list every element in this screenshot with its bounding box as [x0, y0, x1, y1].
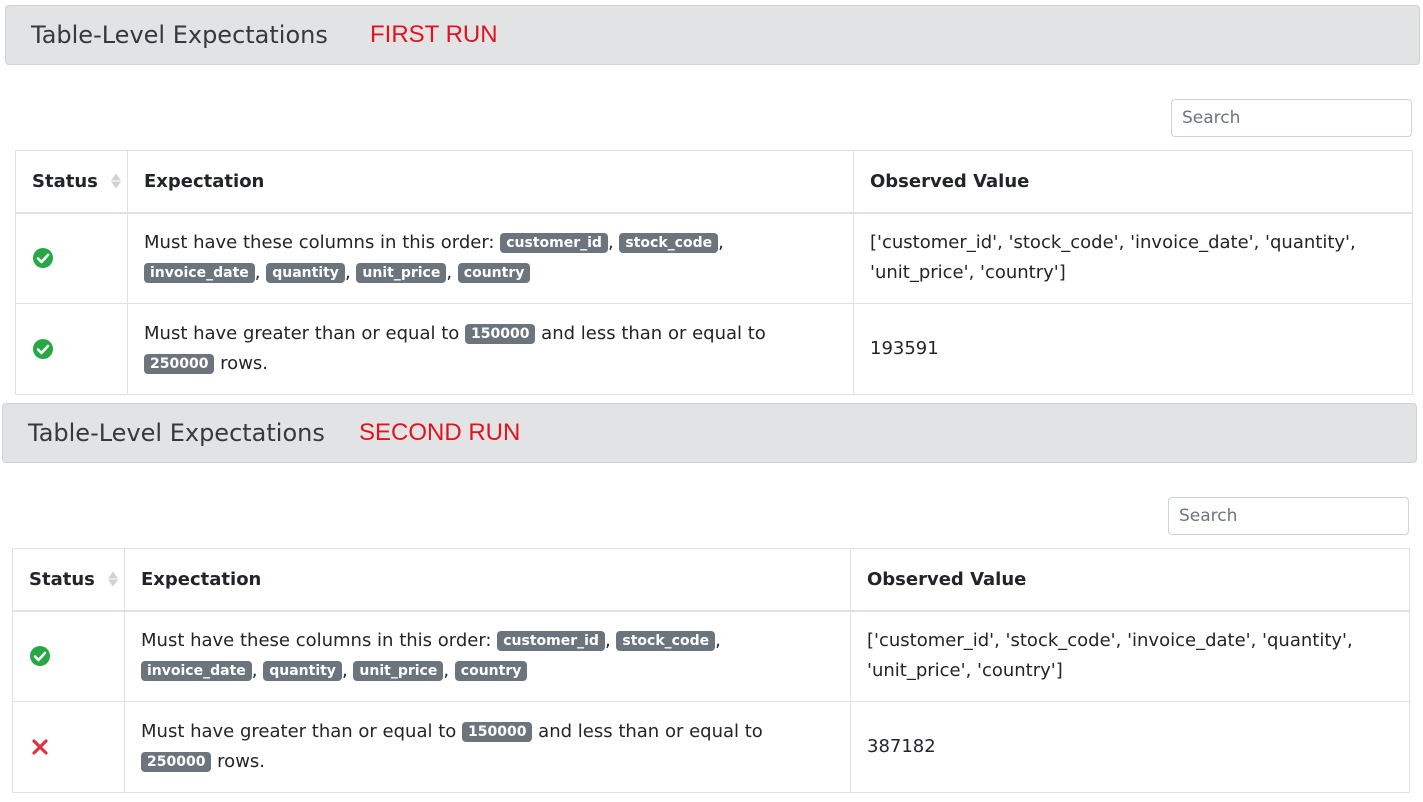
- sort-arrows-icon[interactable]: [108, 571, 118, 587]
- column-badge: quantity: [266, 263, 345, 284]
- expectation-text: rows.: [214, 353, 269, 374]
- status-header-label: Status: [32, 170, 98, 192]
- column-badge: country: [457, 263, 531, 284]
- expectation-text: Must have greater than or equal to: [144, 323, 465, 344]
- expectation-cell: Must have these columns in this order: c…: [124, 610, 851, 702]
- status-header-label: Status: [29, 568, 95, 590]
- expectation-text: rows.: [211, 751, 266, 772]
- search-input[interactable]: [1168, 497, 1409, 535]
- check-circle-icon: [33, 248, 53, 269]
- section-header: Table-Level Expectations SECOND RUN: [2, 403, 1417, 463]
- observed-value-column-header[interactable]: Observed Value: [853, 150, 1413, 214]
- column-badge: quantity: [263, 661, 342, 682]
- expectation-cell: Must have greater than or equal to 15000…: [127, 303, 854, 395]
- table-row: Must have these columns in this order: c…: [12, 610, 1410, 702]
- column-badge: stock_code: [619, 233, 719, 254]
- status-column-header[interactable]: Status: [12, 548, 125, 612]
- expectation-text: and less than or equal to: [535, 323, 766, 344]
- expectation-column-header[interactable]: Expectation: [124, 548, 851, 612]
- table-row: Must have these columns in this order: c…: [15, 212, 1413, 304]
- observed-value-cell: ['customer_id', 'stock_code', 'invoice_d…: [853, 212, 1413, 304]
- expectation-cell: Must have greater than or equal to 15000…: [124, 701, 851, 793]
- observed-value-column-header[interactable]: Observed Value: [850, 548, 1410, 612]
- search-input[interactable]: [1171, 99, 1412, 137]
- status-cell: [15, 212, 128, 304]
- expectation-text: and less than or equal to: [532, 721, 763, 742]
- max-value-badge: 250000: [141, 752, 212, 772]
- check-circle-icon: [33, 339, 53, 359]
- column-badge: invoice_date: [141, 661, 252, 682]
- expectation-text: Must have greater than or equal to: [141, 721, 462, 742]
- status-column-header[interactable]: Status: [15, 150, 128, 214]
- expectation-column-header[interactable]: Expectation: [127, 150, 854, 214]
- expectation-cell: Must have these columns in this order: c…: [127, 212, 854, 304]
- observed-value-cell: 387182: [850, 701, 1410, 793]
- column-badge: customer_id: [497, 631, 605, 652]
- expectations-table: Status Expectation Observed Value Must h…: [15, 150, 1413, 395]
- observed-value-cell: ['customer_id', 'stock_code', 'invoice_d…: [850, 610, 1410, 702]
- sort-arrows-icon[interactable]: [111, 173, 121, 189]
- column-badge: customer_id: [500, 233, 608, 254]
- run-label: FIRST RUN: [370, 21, 498, 48]
- expectation-text: Must have these columns in this order:: [144, 232, 501, 254]
- second-run-section: Table-Level Expectations SECOND RUN Stat…: [2, 403, 1417, 798]
- table-header-row: Status Expectation Observed Value: [12, 548, 1410, 612]
- status-cell: [12, 701, 125, 793]
- column-badge: unit_price: [356, 263, 447, 284]
- table-row: Must have greater than or equal to 15000…: [15, 303, 1413, 395]
- run-label: SECOND RUN: [359, 419, 521, 446]
- column-badge: unit_price: [353, 661, 444, 682]
- section-title: Table-Level Expectations: [31, 21, 328, 49]
- expectations-table: Status Expectation Observed Value Must h…: [12, 548, 1410, 793]
- section-title: Table-Level Expectations: [28, 419, 325, 447]
- first-run-section: Table-Level Expectations FIRST RUN Statu…: [5, 5, 1420, 400]
- expectation-text: Must have these columns in this order:: [141, 630, 498, 652]
- status-cell: [15, 303, 128, 395]
- min-value-badge: 150000: [465, 324, 536, 344]
- observed-value-cell: 193591: [853, 303, 1413, 395]
- column-badge: invoice_date: [144, 263, 255, 284]
- max-value-badge: 250000: [144, 354, 215, 374]
- column-badge: country: [454, 661, 528, 682]
- status-cell: [12, 610, 125, 702]
- column-badge: stock_code: [616, 631, 716, 652]
- section-header: Table-Level Expectations FIRST RUN: [5, 5, 1420, 65]
- check-circle-icon: [30, 646, 50, 667]
- x-mark-icon: [32, 739, 48, 755]
- min-value-badge: 150000: [462, 722, 533, 742]
- table-row: Must have greater than or equal to 15000…: [12, 701, 1410, 793]
- table-header-row: Status Expectation Observed Value: [15, 150, 1413, 214]
